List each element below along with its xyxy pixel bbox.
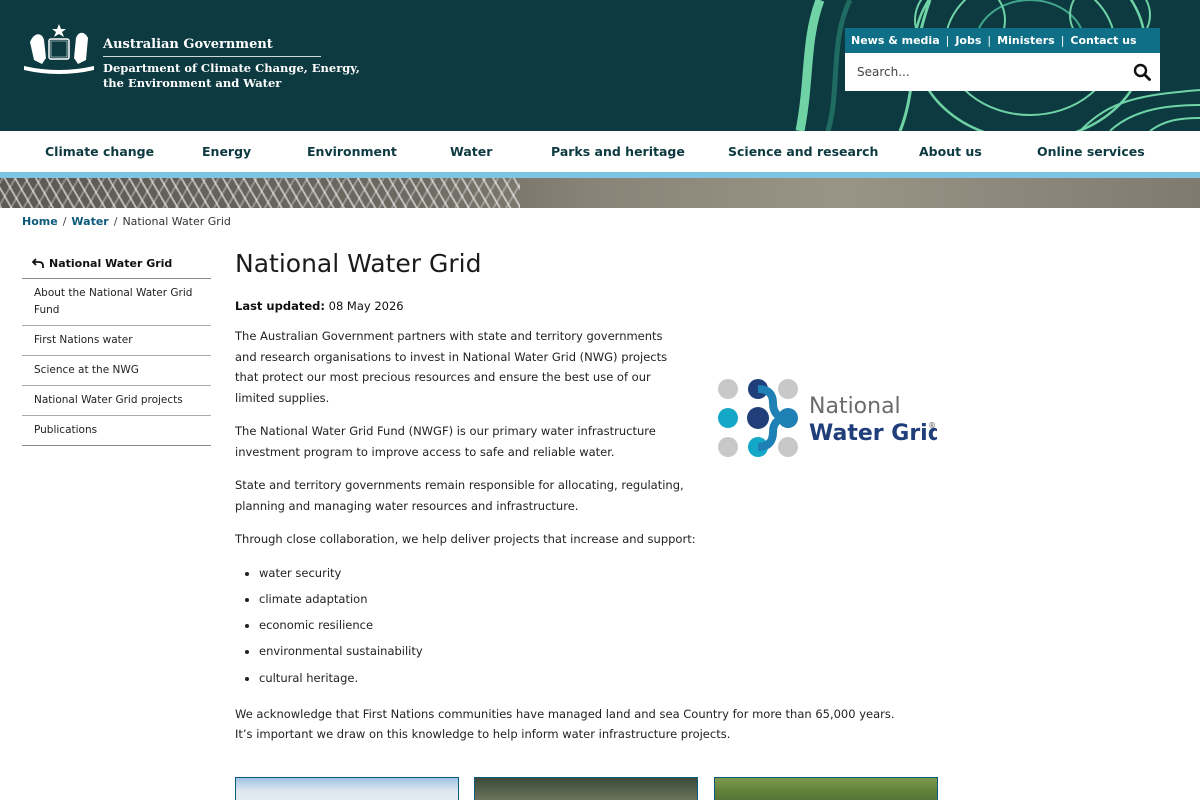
tile-image[interactable] xyxy=(714,777,938,800)
sidebar-item-first-nations[interactable]: First Nations water xyxy=(22,326,211,356)
nav-item-parks-heritage[interactable]: Parks and heritage xyxy=(551,144,685,159)
breadcrumb-separator: / xyxy=(113,215,118,228)
back-arrow-icon xyxy=(32,258,44,269)
nav-item-energy[interactable]: Energy xyxy=(202,144,251,159)
contact-us-link[interactable]: Contact us xyxy=(1070,34,1136,47)
list-item: water security xyxy=(259,560,940,586)
list-item: cultural heritage. xyxy=(259,665,940,691)
department-name-line1: Department of Climate Change, Energy, xyxy=(103,61,360,75)
list-item: climate adaptation xyxy=(259,586,940,612)
title-divider xyxy=(103,56,321,57)
breadcrumb-current: National Water Grid xyxy=(122,215,231,228)
sidebar-heading-link[interactable]: National Water Grid xyxy=(22,249,211,279)
sidebar-item-science[interactable]: Science at the NWG xyxy=(22,356,211,386)
tile-image[interactable] xyxy=(235,777,459,800)
page-title: National Water Grid xyxy=(235,249,482,278)
sidebar-heading-label: National Water Grid xyxy=(49,257,173,270)
nav-item-science-research[interactable]: Science and research xyxy=(728,144,878,159)
news-media-link[interactable]: News & media xyxy=(851,34,940,47)
hero-banner-image xyxy=(0,178,1200,208)
utility-separator: | xyxy=(945,34,950,47)
logo-text-line1: National xyxy=(809,394,901,419)
coat-of-arms-logo xyxy=(24,24,94,74)
government-title: Australian Government xyxy=(103,37,273,52)
main-navigation: Climate change Energy Environment Water … xyxy=(0,131,1200,172)
acknowledgement-paragraph: We acknowledge that First Nations commun… xyxy=(235,706,895,742)
ministers-link[interactable]: Ministers xyxy=(997,34,1055,47)
jobs-link[interactable]: Jobs xyxy=(955,34,981,47)
nav-item-climate-change[interactable]: Climate change xyxy=(45,144,154,159)
sidebar-item-about-fund[interactable]: About the National Water Grid Fund xyxy=(22,279,211,326)
registered-mark: ® xyxy=(928,421,936,430)
outcomes-list: water security climate adaptation econom… xyxy=(235,560,940,691)
utility-links-bar: News & media | Jobs | Ministers | Contac… xyxy=(845,28,1160,53)
breadcrumb-home[interactable]: Home xyxy=(22,215,58,228)
tile-image[interactable] xyxy=(474,777,698,800)
search-input[interactable] xyxy=(845,54,1124,90)
national-water-grid-logo: National Water Grid ® xyxy=(711,336,943,483)
search-icon xyxy=(1133,63,1151,81)
related-tiles-row xyxy=(0,777,1200,800)
intro-paragraph: The Australian Government partners with … xyxy=(235,329,668,405)
nav-item-about-us[interactable]: About us xyxy=(919,144,982,159)
breadcrumb: Home / Water / National Water Grid xyxy=(22,215,231,228)
nav-item-environment[interactable]: Environment xyxy=(307,144,397,159)
nav-item-online-services[interactable]: Online services xyxy=(1037,144,1145,159)
main-content: National Water Grid Last updated: 08 May… xyxy=(235,246,943,745)
utility-separator: | xyxy=(1060,34,1065,47)
search-box xyxy=(845,53,1160,91)
banner-pattern xyxy=(0,178,520,208)
list-item: environmental sustainability xyxy=(259,638,940,664)
nav-item-water[interactable]: Water xyxy=(450,144,492,159)
breadcrumb-separator: / xyxy=(62,215,67,228)
sidebar-item-publications[interactable]: Publications xyxy=(22,416,211,446)
section-sidebar: National Water Grid About the National W… xyxy=(22,249,211,446)
last-updated: Last updated: 08 May 2026 xyxy=(235,299,940,313)
nwgf-paragraph: The National Water Grid Fund (NWGF) is o… xyxy=(235,424,656,459)
responsibility-paragraph: State and territory governments remain r… xyxy=(235,478,684,513)
logo-text-line2: Water Grid xyxy=(809,421,937,446)
site-header: Australian Government Department of Clim… xyxy=(0,0,1200,131)
collaboration-paragraph: Through close collaboration, we help del… xyxy=(235,532,696,546)
sidebar-item-projects[interactable]: National Water Grid projects xyxy=(22,386,211,416)
list-item: economic resilience xyxy=(259,612,940,638)
search-button[interactable] xyxy=(1124,54,1160,90)
last-updated-label: Last updated: xyxy=(235,299,325,313)
logo-dots-mark xyxy=(718,379,798,457)
department-name-line2: the Environment and Water xyxy=(103,76,282,90)
utility-separator: | xyxy=(987,34,992,47)
breadcrumb-water[interactable]: Water xyxy=(71,215,108,228)
last-updated-date: 08 May 2026 xyxy=(328,299,404,313)
